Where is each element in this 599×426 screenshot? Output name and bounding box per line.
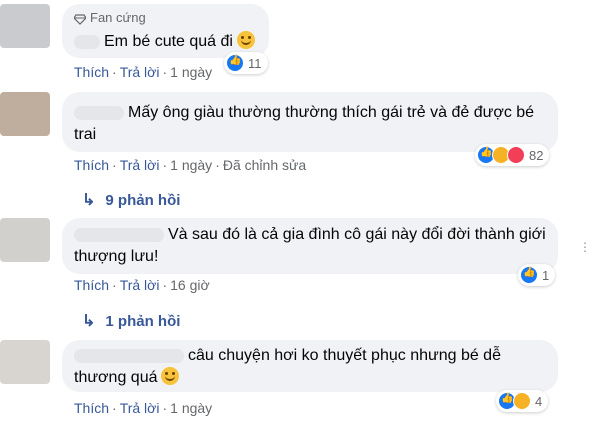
avatar[interactable]	[0, 92, 50, 136]
comment-actions: Thích · Trả lời · 16 giờ	[74, 277, 210, 293]
edited-label[interactable]: Đã chỉnh sửa	[223, 157, 306, 173]
reaction-summary[interactable]: 82	[475, 144, 550, 166]
timestamp[interactable]: 1 ngày	[170, 400, 212, 416]
comment-text: câu chuyện hơi ko thuyết phục nhưng bé d…	[74, 347, 501, 386]
like-icon	[226, 54, 244, 72]
reply-arrow-icon: ↳	[82, 192, 96, 209]
like-link[interactable]: Thích	[74, 400, 109, 416]
reaction-count: 1	[542, 267, 550, 283]
like-link[interactable]: Thích	[74, 157, 109, 173]
comment-text: Em bé cute quá đi	[74, 31, 257, 53]
comment-bubble: câu chuyện hơi ko thuyết phục nhưng bé d…	[62, 340, 558, 392]
smile-emoji-icon	[161, 367, 180, 385]
comment-bubble: Mấy ông giàu thường thường thích gái trẻ…	[62, 92, 558, 152]
comment-actions: Thích · Trả lời · 1 ngày	[74, 400, 213, 416]
replies-count: 9 phản hồi	[105, 191, 181, 209]
reply-arrow-icon: ↳	[82, 313, 96, 330]
haha-icon	[513, 392, 531, 410]
more-options-icon[interactable]: ⋮	[579, 240, 591, 254]
badge-label: Fan cứng	[90, 10, 146, 25]
love-icon	[507, 146, 525, 164]
comment-text: Mấy ông giàu thường thường thích gái trẻ…	[74, 104, 535, 143]
diamond-icon	[73, 13, 87, 29]
replies-count: 1 phản hồi	[105, 312, 181, 330]
reaction-count: 82	[529, 147, 544, 163]
timestamp[interactable]: 16 giờ	[170, 277, 210, 293]
avatar[interactable]	[0, 4, 50, 48]
timestamp[interactable]: 1 ngày	[170, 157, 212, 173]
kiss-emoji-icon	[236, 31, 255, 49]
author-name[interactable]	[74, 227, 164, 242]
author-name[interactable]	[74, 34, 100, 49]
reaction-count: 4	[535, 393, 543, 409]
reply-link[interactable]: Trả lời	[120, 400, 160, 416]
reply-link[interactable]: Trả lời	[120, 64, 160, 80]
timestamp[interactable]: 1 ngày	[170, 64, 212, 80]
reaction-summary[interactable]: 4	[496, 390, 549, 412]
like-icon	[520, 266, 538, 284]
comment-actions: Thích · Trả lời · 1 ngày · Đã chỉnh sửa	[74, 157, 307, 173]
reply-link[interactable]: Trả lời	[120, 157, 160, 173]
fan-badge: Fan cứng	[73, 10, 257, 29]
comment-text: Và sau đó là cả gia đình cô gái này đổi …	[74, 226, 546, 265]
reaction-count: 11	[248, 55, 262, 71]
view-replies-link[interactable]: ↳ 1 phản hồi	[82, 311, 180, 331]
avatar[interactable]	[0, 340, 50, 384]
reaction-summary[interactable]: 1	[518, 264, 556, 286]
comment-actions: Thích · Trả lời · 1 ngày	[74, 64, 213, 80]
author-name[interactable]	[74, 105, 124, 120]
comment-bubble: Và sau đó là cả gia đình cô gái này đổi …	[62, 218, 558, 274]
avatar[interactable]	[0, 218, 50, 262]
reaction-summary[interactable]: 11	[224, 52, 268, 74]
comment-bubble: Fan cứng Em bé cute quá đi	[62, 4, 269, 58]
author-name[interactable]	[74, 348, 184, 363]
like-link[interactable]: Thích	[74, 277, 109, 293]
view-replies-link[interactable]: ↳ 9 phản hồi	[82, 190, 180, 210]
reply-link[interactable]: Trả lời	[120, 277, 160, 293]
like-link[interactable]: Thích	[74, 64, 109, 80]
